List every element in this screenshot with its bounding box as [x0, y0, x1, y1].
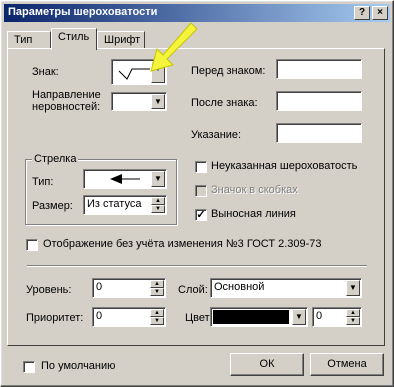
chevron-down-icon: ▼: [292, 309, 306, 325]
gost-checkbox[interactable]: [26, 239, 38, 251]
separator: [27, 265, 367, 267]
arrow-size-value: Из статуса: [87, 198, 142, 210]
after-sign-input[interactable]: [276, 91, 362, 111]
spin-control[interactable]: ▲ ▼: [150, 309, 164, 325]
chevron-down-icon: ▼: [151, 171, 165, 187]
spin-control[interactable]: ▲ ▼: [346, 309, 360, 325]
color-swatch: [213, 310, 289, 324]
arrow-size-select[interactable]: Из статуса ▲ ▼: [83, 195, 167, 215]
window-title: Параметры шероховатости: [8, 6, 158, 18]
indication-input[interactable]: [276, 123, 362, 143]
before-sign-label: Перед знаком:: [191, 65, 266, 77]
priority-label: Приоритет:: [26, 312, 84, 324]
priority-input[interactable]: 0 ▲ ▼: [92, 307, 166, 327]
chevron-down-icon: ▼: [346, 280, 360, 296]
spin-control[interactable]: ▲ ▼: [150, 280, 164, 296]
before-sign-input[interactable]: [276, 59, 362, 79]
arrow-group-title: Стрелка: [32, 153, 79, 165]
unspecified-checkbox[interactable]: [195, 161, 207, 173]
layer-value: Основной: [214, 281, 265, 293]
ok-button[interactable]: ОК: [230, 353, 304, 376]
color-index-input[interactable]: 0 ▲ ▼: [312, 307, 362, 327]
brackets-label: Значок в скобках: [211, 184, 298, 196]
indication-label: Указание:: [191, 129, 242, 141]
direction-select[interactable]: ▼: [111, 92, 167, 111]
level-input[interactable]: 0 ▲ ▼: [92, 278, 166, 298]
tab-font[interactable]: Шрифт: [97, 31, 145, 49]
chevron-down-icon: ▼: [151, 94, 165, 109]
sign-label: Знак:: [32, 66, 59, 78]
leader-label: Выносная линия: [211, 208, 296, 220]
tab-style[interactable]: Стиль: [51, 28, 97, 50]
dialog-window: Параметры шероховатости ? × Тип Стиль Шр…: [0, 0, 394, 387]
cancel-button[interactable]: Отмена: [310, 353, 384, 376]
after-sign-label: После знака:: [191, 97, 258, 109]
color-label: Цвет:: [185, 312, 213, 324]
arrow-size-label: Размер:: [32, 200, 73, 212]
close-button[interactable]: ×: [372, 6, 388, 20]
arrow-type-label: Тип:: [32, 176, 54, 188]
level-label: Уровень:: [26, 284, 72, 296]
default-label: По умолчанию: [41, 360, 116, 372]
direction-label: Направление неровностей:: [32, 89, 101, 113]
brackets-checkbox[interactable]: [195, 185, 207, 197]
layer-label: Слой:: [178, 284, 208, 296]
default-checkbox[interactable]: [23, 361, 35, 373]
arrow-icon: [110, 174, 140, 184]
priority-value: 0: [96, 310, 103, 322]
level-value: 0: [96, 281, 103, 293]
arrow-type-select[interactable]: ▼: [83, 169, 167, 189]
leader-checkbox[interactable]: ✓: [195, 209, 207, 221]
spin-control[interactable]: ▲ ▼: [151, 197, 165, 213]
layer-select[interactable]: Основной ▼: [210, 278, 362, 298]
color-select[interactable]: ▼: [210, 307, 308, 327]
unspecified-label: Неуказанная шероховатость: [211, 160, 358, 172]
color-index-value: 0: [316, 310, 323, 322]
tab-type[interactable]: Тип: [7, 31, 51, 49]
help-button[interactable]: ?: [354, 6, 370, 20]
gost-label: Отображение без учёта изменения №3 ГОСТ …: [43, 238, 322, 250]
